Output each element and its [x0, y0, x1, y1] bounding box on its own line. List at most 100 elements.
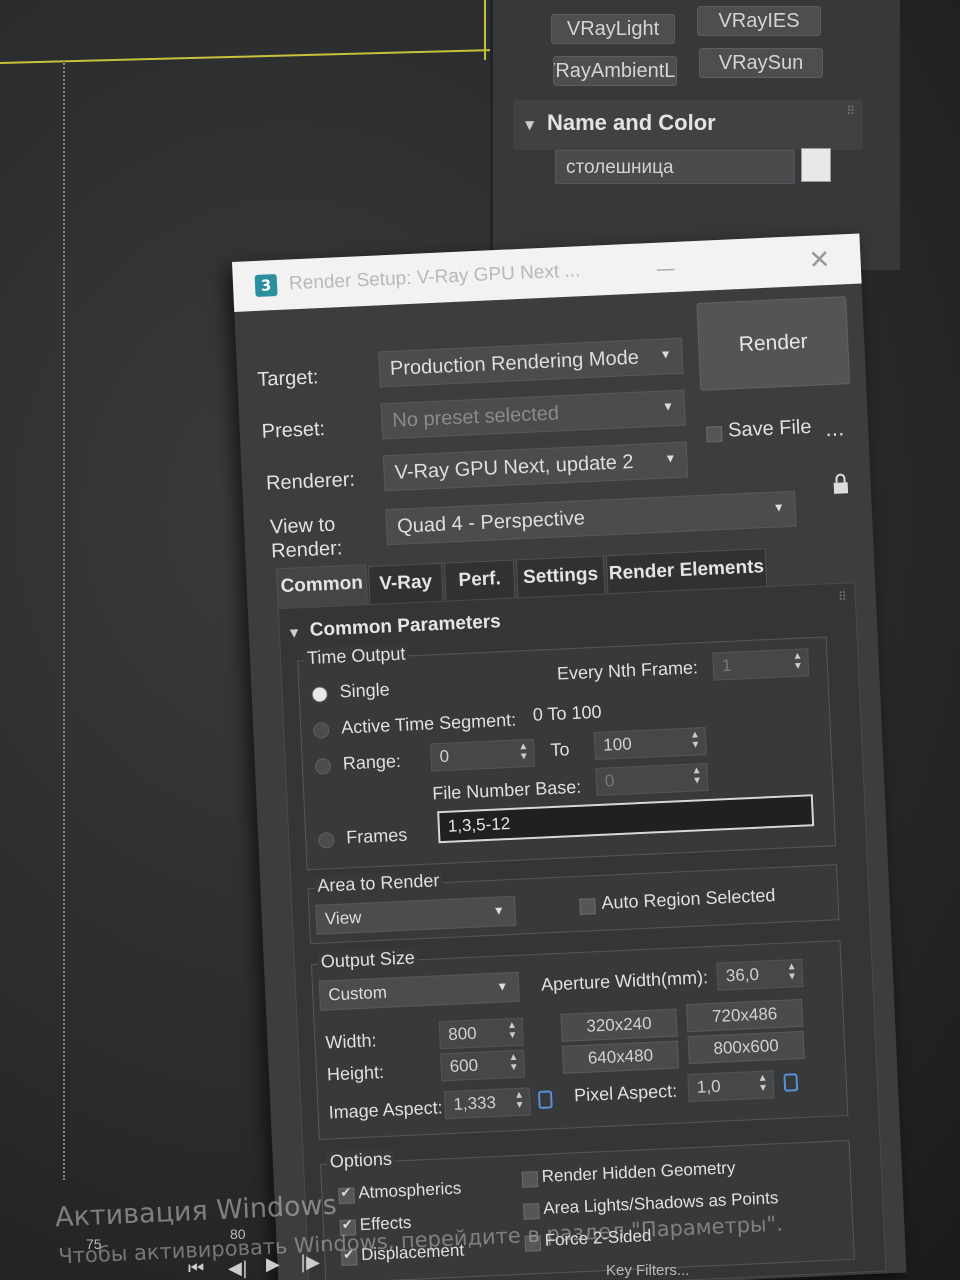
common-parameters-header[interactable]: Common Parameters [309, 611, 501, 642]
range-to-label: To [550, 739, 570, 761]
vraysun-button[interactable]: VRaySun [699, 48, 823, 78]
target-dropdown[interactable]: Production Rendering Mode ▼ [378, 337, 684, 388]
image-aspect-label: Image Aspect: [328, 1097, 444, 1123]
dialog-title: Render Setup: V-Ray GPU Next ... [288, 260, 581, 295]
renderer-label: Renderer: [265, 468, 356, 495]
lock-icon[interactable] [832, 472, 849, 495]
auto-region-checkbox[interactable] [579, 898, 596, 915]
collapse-triangle-icon: ▼ [525, 118, 535, 132]
image-aspect-lock-icon[interactable] [537, 1090, 553, 1109]
tab-perf[interactable]: Perf. [443, 559, 516, 601]
frames-value: 1,3,5-12 [447, 813, 511, 836]
renderer-dropdown[interactable]: V-Ray GPU Next, update 2 ▼ [382, 441, 689, 492]
spinner-arrows-icon: ▲ ▼ [792, 650, 804, 672]
viewport-border-top [0, 48, 500, 64]
range-radio[interactable] [314, 758, 332, 775]
spinner-arrows-icon: ▲ ▼ [757, 1072, 769, 1094]
file-number-base-label: File Number Base: [431, 776, 582, 804]
rollout-title: Name and Color [547, 110, 716, 135]
object-color-swatch[interactable] [801, 148, 831, 182]
render-setup-dialog: 3 Render Setup: V-Ray GPU Next ... — ✕ T… [232, 233, 907, 1280]
time-output-group: Time Output Single Every Nth Frame: 1 ▲ ▼… [297, 636, 837, 871]
preset-320x240-button[interactable]: 320x240 [560, 1008, 678, 1042]
file-number-base-value: 0 [604, 771, 615, 791]
height-spinner[interactable]: 600 ▲ ▼ [440, 1049, 526, 1082]
frames-label: Frames [345, 824, 408, 848]
command-panel: VRayLight VRayIES VRayAmbientLight VRayS… [490, 0, 900, 270]
vrayambientlight-button[interactable]: VRayAmbientLight [553, 56, 677, 86]
spinner-arrows-icon: ▲ ▼ [689, 729, 701, 751]
pixel-aspect-value: 1,0 [696, 1076, 721, 1097]
3dsmax-app-icon: 3 [254, 273, 278, 297]
area-to-render-title: Area to Render [313, 870, 443, 897]
chevron-down-icon: ▼ [664, 451, 677, 466]
name-and-color-rollout[interactable]: ▼ Name and Color ⠿ [513, 100, 863, 150]
output-size-title: Output Size [317, 947, 419, 973]
active-time-segment-radio[interactable] [312, 722, 330, 739]
vrayies-button[interactable]: VRayIES [697, 6, 821, 36]
previous-frame-icon[interactable]: ◀| [228, 1258, 248, 1279]
area-to-render-dropdown[interactable]: View ▼ [315, 895, 517, 935]
renderer-value: V-Ray GPU Next, update 2 [394, 451, 635, 484]
every-nth-spinner[interactable]: 1 ▲ ▼ [712, 648, 810, 681]
object-name-field[interactable]: столешница [555, 150, 795, 184]
range-from-spinner[interactable]: 0 ▲ ▼ [430, 738, 536, 772]
render-hidden-geometry-checkbox[interactable] [521, 1171, 539, 1188]
single-label: Single [339, 679, 391, 702]
save-file-label: Save File [727, 415, 812, 442]
tab-vray[interactable]: V-Ray [367, 562, 444, 605]
range-label: Range: [342, 750, 402, 774]
preset-label: Preset: [261, 417, 326, 443]
frames-radio[interactable] [317, 831, 335, 849]
spinner-arrows-icon: ▲ ▼ [691, 765, 703, 787]
width-spinner[interactable]: 800 ▲ ▼ [438, 1017, 524, 1050]
spinner-arrows-icon: ▲ ▼ [506, 1019, 518, 1042]
preset-800x600-button[interactable]: 800x600 [687, 1030, 805, 1065]
area-lights-checkbox[interactable] [523, 1203, 540, 1220]
output-size-preset-value: Custom [327, 982, 388, 1005]
chevron-down-icon: ▼ [492, 903, 506, 918]
chevron-down-icon: ▼ [659, 347, 672, 362]
grip-icon: ⠿ [837, 589, 848, 604]
pixel-aspect-lock-icon[interactable] [783, 1073, 799, 1092]
atmospherics-checkbox[interactable] [338, 1187, 355, 1205]
spinner-arrows-icon: ▲ ▼ [786, 961, 798, 983]
file-number-base-spinner[interactable]: 0 ▲ ▼ [595, 762, 709, 797]
minimize-button[interactable]: — [650, 256, 681, 281]
every-nth-value: 1 [721, 655, 732, 676]
pixel-aspect-label: Pixel Aspect: [573, 1080, 678, 1106]
render-hidden-geometry-label: Render Hidden Geometry [541, 1158, 736, 1186]
pixel-aspect-spinner[interactable]: 1,0 ▲ ▼ [687, 1070, 775, 1103]
chevron-down-icon: ▼ [772, 500, 786, 515]
render-button[interactable]: Render [696, 296, 851, 391]
options-group: Options Atmospherics Effects Displacemen… [320, 1139, 855, 1280]
image-aspect-spinner[interactable]: 1,333 ▲ ▼ [443, 1087, 532, 1120]
more-options-button[interactable]: ... [825, 416, 845, 441]
view-to-render-dropdown[interactable]: Quad 4 - Perspective ▼ [385, 490, 797, 546]
range-to-spinner[interactable]: 100 ▲ ▼ [593, 726, 707, 761]
active-time-segment-value: 0 To 100 [532, 701, 602, 725]
spinner-arrows-icon: ▲ ▼ [508, 1051, 520, 1074]
width-value: 800 [447, 1023, 478, 1044]
output-size-preset-dropdown[interactable]: Custom ▼ [318, 971, 520, 1011]
output-size-group: Output Size Custom ▼ Aperture Width(mm):… [310, 940, 849, 1140]
close-button[interactable]: ✕ [802, 243, 838, 279]
time-output-title: Time Output [303, 643, 409, 670]
single-radio[interactable] [311, 686, 329, 703]
preset-dropdown[interactable]: No preset selected ▼ [380, 389, 686, 440]
preset-720x486-button[interactable]: 720x486 [686, 998, 804, 1033]
height-value: 600 [449, 1055, 479, 1076]
save-file-checkbox[interactable] [705, 425, 723, 443]
active-time-segment-label: Active Time Segment: [340, 709, 517, 738]
tab-common[interactable]: Common [275, 564, 368, 611]
grip-icon: ⠿ [846, 104, 855, 118]
options-title: Options [326, 1148, 396, 1173]
key-filters-button[interactable]: Key Filters... [606, 1262, 689, 1279]
vraylight-button[interactable]: VRayLight [551, 14, 675, 44]
area-to-render-group: Area to Render View ▼ Auto Region Select… [307, 864, 840, 945]
tab-settings[interactable]: Settings [515, 555, 606, 598]
view-to-render-label: View to [269, 513, 336, 539]
aperture-width-spinner[interactable]: 36,0 ▲ ▼ [716, 958, 804, 991]
preset-640x480-button[interactable]: 640x480 [561, 1040, 680, 1074]
preset-value: No preset selected [391, 402, 560, 432]
